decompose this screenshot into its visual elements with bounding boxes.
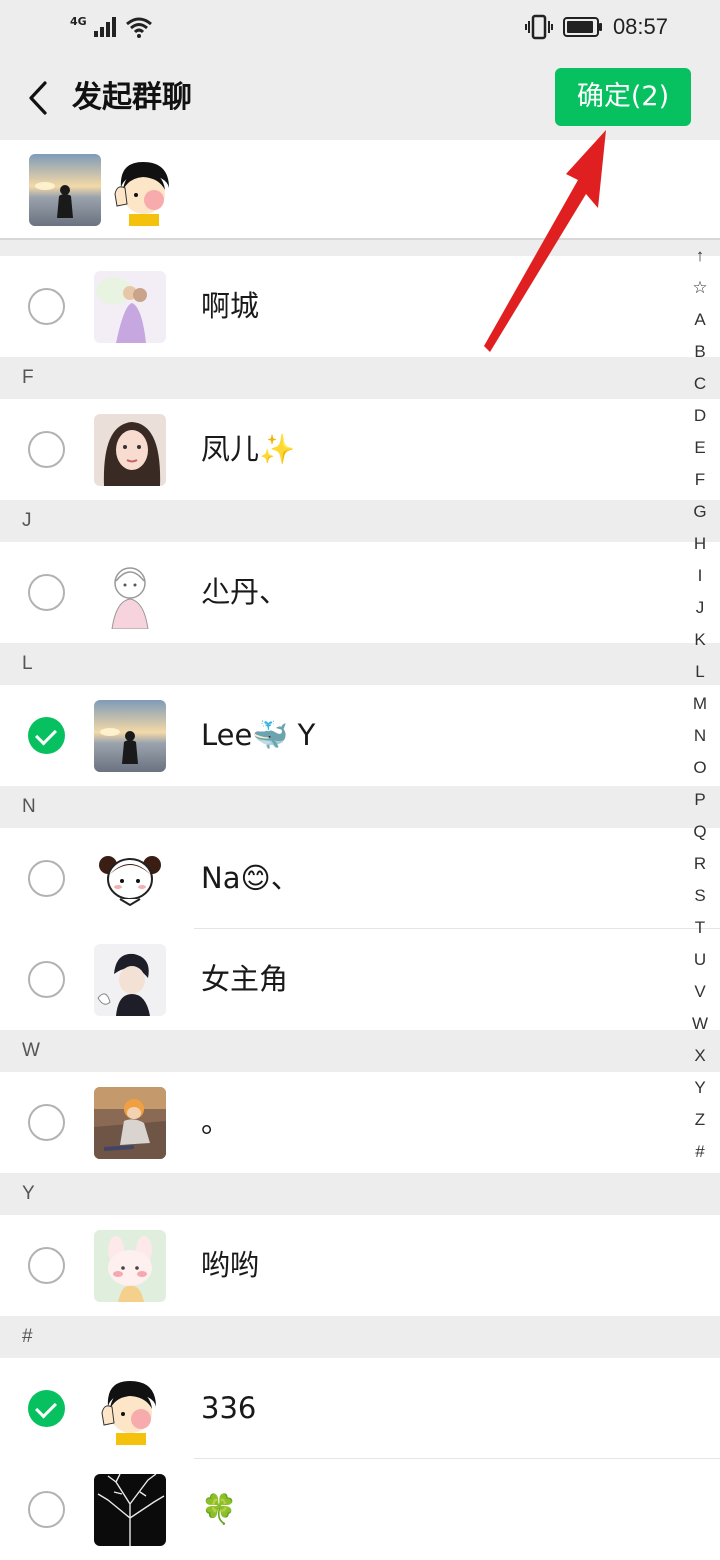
contact-row[interactable]: 🍀 [0,1459,720,1560]
contact-row[interactable]: 啊城 [0,256,720,357]
network-type: 4G [70,14,87,28]
confirm-button[interactable]: 确定(2) [555,68,691,126]
avatar [94,700,166,772]
status-left: 4G [70,14,153,40]
index-letter[interactable]: X [682,1040,718,1072]
index-letter[interactable]: N [682,720,718,752]
signal-icon [93,17,116,37]
index-letter[interactable]: G [682,496,718,528]
index-letter[interactable]: L [682,656,718,688]
index-letter[interactable]: S [682,880,718,912]
avatar [94,1230,166,1302]
contact-row[interactable]: Lee🐳 Y [0,685,720,786]
select-checkbox-checked[interactable] [28,1390,65,1427]
wifi-icon [125,17,152,38]
index-letter[interactable]: Q [682,816,718,848]
back-button[interactable] [18,76,58,120]
avatar [94,414,166,486]
select-checkbox[interactable] [28,431,65,468]
select-checkbox[interactable] [28,574,65,611]
contact-name: 336 [201,1391,257,1425]
contact-name: 啊城 [201,289,260,323]
contact-row[interactable]: 尐丹、 [0,542,720,643]
index-letter[interactable]: D [682,400,718,432]
avatar [94,1373,166,1445]
index-letter[interactable]: W [682,1008,718,1040]
index-letter[interactable]: I [682,560,718,592]
index-letter[interactable]: V [682,976,718,1008]
section-header-y: Y [0,1173,720,1215]
contact-row[interactable]: 凤儿✨ [0,399,720,500]
index-letter[interactable]: J [682,592,718,624]
contact-name: 女主角 [201,962,289,996]
index-letter[interactable]: C [682,368,718,400]
index-letter[interactable]: ☆ [682,272,718,304]
selected-avatar-cartoon-girl[interactable] [107,154,179,226]
index-letter[interactable]: M [682,688,718,720]
select-checkbox[interactable] [28,1491,65,1528]
index-letter[interactable]: A [682,304,718,336]
vibrate-icon [524,14,553,40]
index-letter[interactable]: E [682,432,718,464]
index-letter[interactable]: Z [682,1104,718,1136]
contact-row[interactable]: 336 [0,1358,720,1459]
section-header-w: W [0,1030,720,1072]
avatar [94,271,166,343]
clock: 08:57 [612,14,668,39]
contact-row[interactable]: Na😊、 [0,828,720,929]
contact-name: 🍀 [201,1492,238,1526]
index-letter[interactable]: U [682,944,718,976]
header-bar: 发起群聊 确定(2) [0,56,720,140]
index-letter[interactable]: R [682,848,718,880]
avatar [94,843,166,915]
contact-name: Lee🐳 Y [201,718,316,752]
select-checkbox[interactable] [28,288,65,325]
select-checkbox[interactable] [28,1104,65,1141]
select-checkbox-checked[interactable] [28,717,65,754]
status-right: 08:57 [524,12,668,42]
index-letter[interactable]: K [682,624,718,656]
section-header-j: J [0,500,720,542]
index-letter[interactable]: B [682,336,718,368]
contact-row[interactable]: 女主角 [0,929,720,1030]
select-checkbox[interactable] [28,860,65,897]
page-title: 发起群聊 [72,80,192,115]
avatar [94,1087,166,1159]
index-letter[interactable]: H [682,528,718,560]
contact-name: 哟哟 [201,1248,260,1282]
contact-name: Na😊、 [201,861,300,895]
selected-avatar-sunset-photo[interactable] [29,154,101,226]
contact-row[interactable]: 。 [0,1072,720,1173]
index-letter[interactable]: F [682,464,718,496]
select-checkbox[interactable] [28,961,65,998]
contact-name: 。 [201,1105,231,1139]
battery-icon [562,17,602,37]
index-letter[interactable]: Y [682,1072,718,1104]
section-header-n: N [0,786,720,828]
section-header-l: L [0,643,720,685]
index-letter[interactable]: P [682,784,718,816]
section-header-a: A [0,240,720,256]
section-header-hash: # [0,1316,720,1358]
section-header-f: F [0,357,720,399]
status-bar: 4G 08:57 [0,0,720,56]
index-letter[interactable]: # [682,1136,718,1168]
avatar [94,1474,166,1546]
index-letter[interactable]: O [682,752,718,784]
index-letter[interactable]: ↑ [682,240,718,272]
avatar [94,944,166,1016]
contact-row[interactable]: 哟哟 [0,1215,720,1316]
index-letter[interactable]: T [682,912,718,944]
contact-name: 尐丹、 [201,575,289,609]
chevron-left-icon [29,81,47,115]
alphabet-index-bar[interactable]: ↑ ☆ A B C D E F G H I J K L M N O P Q R S T U V W X Y Z # [682,240,718,1168]
avatar [94,557,166,629]
selected-members-strip [0,140,720,240]
select-checkbox[interactable] [28,1247,65,1284]
contact-list[interactable]: A 啊城 F 凤儿✨ J 尐丹、 L Lee🐳 Y N [0,240,720,1560]
contact-name: 凤儿✨ [201,432,296,466]
